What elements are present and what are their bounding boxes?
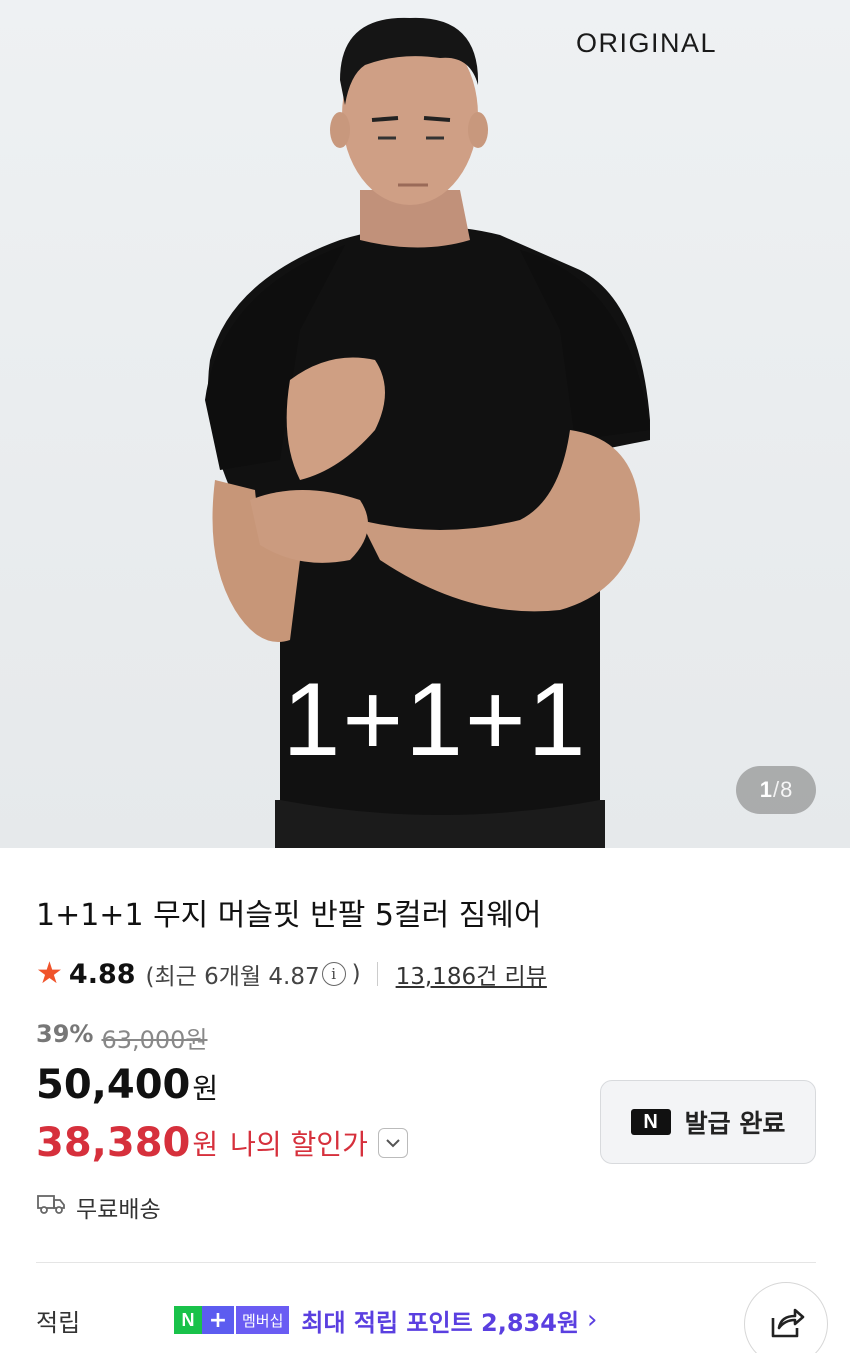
discount-rate: 39% <box>36 1020 94 1048</box>
image-pager: 1 / 8 <box>736 766 816 814</box>
recent-rating: (최근 6개월 4.87 i ) <box>146 957 361 991</box>
my-price-unit: 원 <box>192 1128 219 1161</box>
info-icon[interactable]: i <box>321 962 346 986</box>
recent-rating-close: ) <box>351 961 361 987</box>
sale-price: 50,400원 <box>36 1062 218 1108</box>
rating-row: ★ 4.88 (최근 6개월 4.87 i ) 13,186건 리뷰 <box>36 956 547 992</box>
naver-logo-icon: N <box>630 1109 671 1135</box>
pager-current: 1 <box>759 777 772 802</box>
recent-rating-text: (최근 6개월 4.87 <box>145 964 320 990</box>
pager-total: 8 <box>780 777 793 802</box>
share-button[interactable] <box>744 1282 828 1353</box>
brand-label: ORIGINAL <box>576 28 718 58</box>
section-divider <box>36 1262 816 1263</box>
truck-icon <box>36 1192 66 1222</box>
product-title: 1+1+1 무지 머슬핏 반팔 5컬러 짐웨어 <box>36 898 542 933</box>
max-points-text: 최대 적립 포인트 2,834원 <box>301 1308 580 1337</box>
coupon-issued-button[interactable]: N 발급 완료 <box>600 1080 816 1164</box>
shipping-info: 무료배송 <box>36 1190 161 1224</box>
sale-price-amount: 50,400 <box>36 1062 191 1108</box>
plus-badge: + <box>202 1306 234 1334</box>
share-icon <box>767 1304 805 1344</box>
my-price-amount: 38,380 <box>36 1120 191 1166</box>
chevron-right-icon: › <box>587 1305 598 1335</box>
naver-n-badge: N <box>174 1306 202 1334</box>
review-count-link[interactable]: 13,186건 리뷰 <box>396 957 547 991</box>
product-image-carousel[interactable]: ORIGINAL 1+1+1 1 / 8 <box>0 0 850 848</box>
star-icon: ★ <box>36 956 63 991</box>
sale-price-unit: 원 <box>192 1072 219 1105</box>
coupon-label: 발급 완료 <box>684 1109 786 1138</box>
points-row[interactable]: 적립 N + 멤버십 최대 적립 포인트 2,834원 › <box>36 1300 836 1340</box>
membership-badge: 멤버십 <box>236 1306 290 1334</box>
divider <box>376 962 378 986</box>
points-label: 적립 <box>36 1308 81 1337</box>
rating-score: 4.88 <box>68 958 136 990</box>
shipping-text: 무료배송 <box>76 1197 161 1223</box>
discount-row: 39% 63,000원 <box>36 1020 208 1055</box>
my-price-label: 나의 할인가 <box>230 1128 368 1161</box>
chevron-down-icon[interactable] <box>377 1128 408 1158</box>
my-discount-price: 38,380 원 나의 할인가 <box>36 1120 408 1166</box>
promo-overlay-text: 1+1+1 <box>282 662 588 778</box>
original-price: 63,000원 <box>101 1026 208 1054</box>
pager-separator: / <box>772 777 780 802</box>
